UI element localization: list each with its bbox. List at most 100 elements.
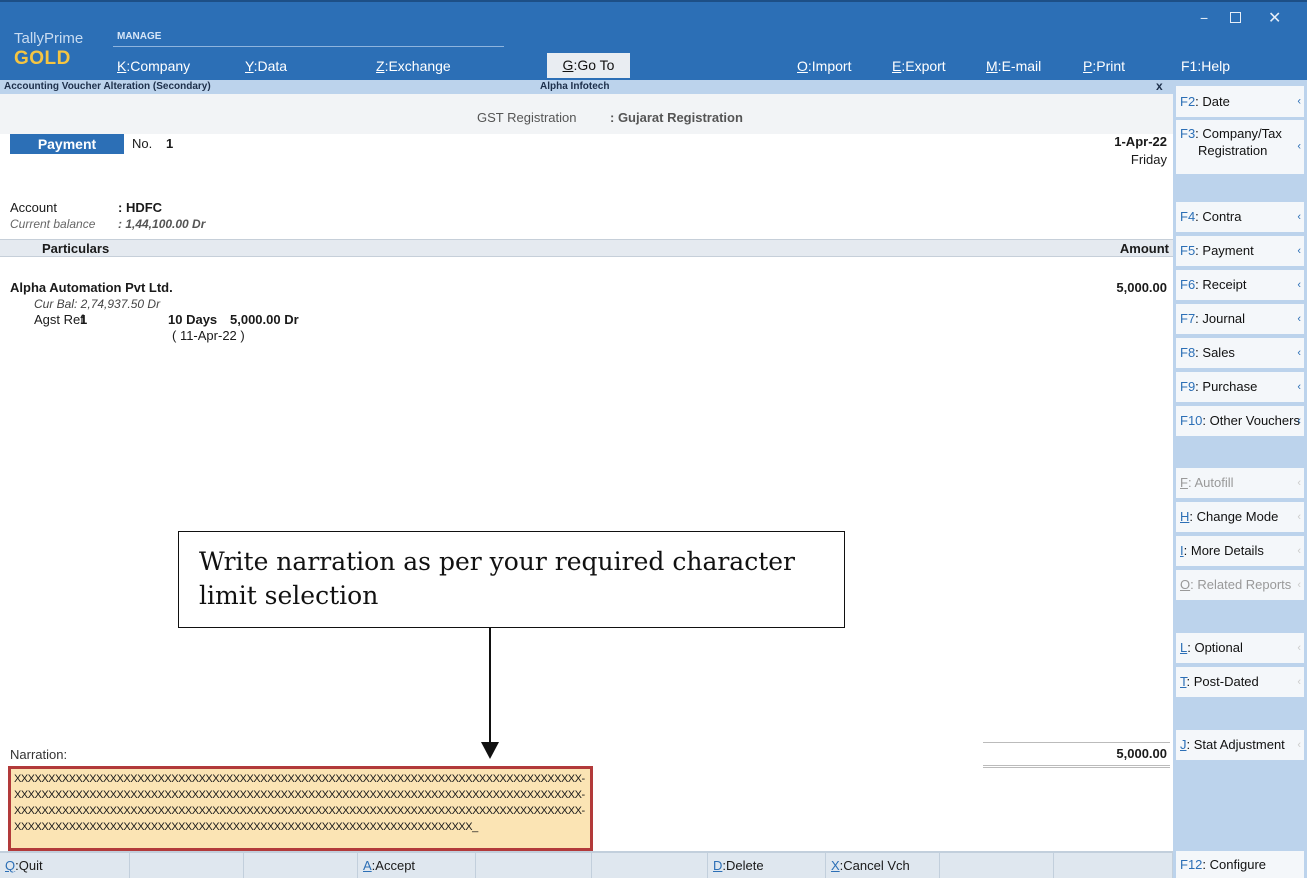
voucher-type: Payment — [10, 134, 124, 154]
chevron-left-icon: ‹ — [1297, 477, 1301, 489]
menu-exchange[interactable]: Z:Exchange — [376, 58, 451, 74]
narration-line: XXXXXXXXXXXXXXXXXXXXXXXXXXXXXXXXXXXXXXXX… — [14, 805, 585, 817]
top-header: TallyPrime GOLD MANAGE K:Company Y:Data … — [0, 0, 1307, 80]
chevron-left-icon: ‹ — [1297, 545, 1301, 557]
delete-button[interactable]: D:Delete — [708, 853, 826, 878]
bill-credit-days[interactable]: 10 Days — [168, 312, 217, 327]
voucher-date[interactable]: 1-Apr-22 — [1114, 134, 1167, 149]
voucher-area: GST Registration : Gujarat Registration … — [0, 94, 1173, 851]
bottom-empty-slot — [476, 853, 592, 878]
menu-data[interactable]: Y:Data — [245, 58, 287, 74]
bottom-empty-slot — [130, 853, 244, 878]
menu-email[interactable]: M:E-mail — [986, 58, 1041, 74]
cancel-voucher-button[interactable]: X:Cancel Vch — [826, 853, 940, 878]
bottom-empty-slot — [1054, 853, 1173, 878]
ledger-amount[interactable]: 5,000.00 — [1116, 280, 1167, 295]
screen-title-bar: Accounting Voucher Alteration (Secondary… — [0, 79, 1173, 94]
chevron-left-icon: ‹ — [1297, 642, 1301, 654]
ledger-current-balance: Cur Bal: 2,74,937.50 Dr — [34, 297, 161, 311]
autofill-button[interactable]: F: Autofill ‹ — [1176, 468, 1304, 498]
journal-button[interactable]: F7: Journal ‹ — [1176, 304, 1304, 334]
sales-button[interactable]: F8: Sales ‹ — [1176, 338, 1304, 368]
change-mode-button[interactable]: H: Change Mode ‹ — [1176, 502, 1304, 532]
restore-icon[interactable] — [1230, 12, 1241, 23]
chevron-left-icon: ‹ — [1297, 415, 1301, 427]
annotation-callout: Write narration as per your required cha… — [178, 531, 845, 628]
chevron-left-icon: ‹ — [1297, 279, 1301, 291]
bill-amount[interactable]: 5,000.00 Dr — [230, 312, 299, 327]
product-edition: GOLD — [14, 48, 71, 69]
chevron-left-icon: ‹ — [1297, 95, 1301, 107]
menu-print[interactable]: P:Print — [1083, 58, 1125, 74]
menu-help[interactable]: F1:Help — [1181, 58, 1230, 74]
account-label: Account — [10, 200, 57, 215]
receipt-button[interactable]: F6: Receipt ‹ — [1176, 270, 1304, 300]
narration-line: XXXXXXXXXXXXXXXXXXXXXXXXXXXXXXXXXXXXXXXX… — [14, 773, 585, 785]
voucher-number[interactable]: 1 — [166, 136, 173, 151]
particulars-column-header: Particulars — [42, 241, 110, 256]
chevron-left-icon: ‹ — [1297, 347, 1301, 359]
product-name: TallyPrime — [14, 30, 84, 47]
quit-button[interactable]: Q:Quit — [0, 853, 130, 878]
date-button[interactable]: F2: Date ‹ — [1176, 86, 1304, 117]
chevron-left-icon: ‹ — [1297, 381, 1301, 393]
narration-line: XXXXXXXXXXXXXXXXXXXXXXXXXXXXXXXXXXXXXXXX… — [14, 821, 478, 833]
menu-export[interactable]: E:Export — [892, 58, 946, 74]
menu-import[interactable]: O:Import — [797, 58, 851, 74]
menu-company[interactable]: K:Company — [117, 58, 190, 74]
annotation-arrow-icon — [481, 628, 499, 759]
chevron-left-icon: ‹ — [1297, 211, 1301, 223]
annotation-text: Write narration as per your required cha… — [199, 547, 796, 610]
voucher-total: 5,000.00 — [1116, 746, 1167, 761]
chevron-left-icon: ‹ — [1297, 676, 1301, 688]
manage-divider — [113, 46, 504, 47]
current-balance-value: : 1,44,100.00 Dr — [118, 217, 206, 231]
bottom-empty-slot — [940, 853, 1054, 878]
optional-button[interactable]: L: Optional ‹ — [1176, 633, 1304, 663]
manage-label: MANAGE — [117, 31, 162, 42]
right-button-panel: F2: Date ‹ F3: Company/Tax Registration ‹ F… — [1173, 80, 1307, 878]
bill-ref-type[interactable]: Agst Ref — [34, 312, 84, 327]
total-divider — [983, 742, 1170, 743]
related-reports-button[interactable]: O: Related Reports ‹ — [1176, 570, 1304, 600]
close-screen-icon[interactable]: x — [1156, 79, 1163, 93]
total-double-underline — [983, 765, 1170, 768]
stat-adjustment-button[interactable]: J: Stat Adjustment ‹ — [1176, 730, 1304, 760]
narration-line: XXXXXXXXXXXXXXXXXXXXXXXXXXXXXXXXXXXXXXXX… — [14, 789, 585, 801]
bill-due-date: ( 11-Apr-22 ) — [172, 328, 245, 343]
bottom-empty-slot — [592, 853, 708, 878]
chevron-left-icon: ‹ — [1297, 245, 1301, 257]
particulars-header: Particulars Amount — [0, 239, 1173, 257]
company-name: Alpha Infotech — [540, 81, 610, 92]
other-vouchers-button[interactable]: F10: Other Vouchers ‹ — [1176, 406, 1304, 436]
configure-button[interactable]: F12: Configure — [1176, 851, 1304, 878]
close-icon[interactable]: ✕ — [1268, 8, 1281, 28]
goto-button[interactable]: G:Go To — [547, 53, 630, 78]
chevron-left-icon: ‹ — [1297, 140, 1301, 153]
screen-title: Accounting Voucher Alteration (Secondary… — [4, 81, 211, 92]
account-field[interactable]: : HDFC — [118, 200, 162, 215]
ledger-name[interactable]: Alpha Automation Pvt Ltd. — [10, 280, 173, 295]
narration-label: Narration: — [10, 747, 68, 762]
purchase-button[interactable]: F9: Purchase ‹ — [1176, 372, 1304, 402]
chevron-left-icon: ‹ — [1297, 511, 1301, 523]
more-details-button[interactable]: I: More Details ‹ — [1176, 536, 1304, 566]
company-tax-registration-button[interactable]: F3: Company/Tax Registration ‹ — [1176, 120, 1304, 174]
current-balance-label: Current balance — [10, 217, 96, 231]
chevron-left-icon: ‹ — [1297, 739, 1301, 751]
payment-button[interactable]: F5: Payment ‹ — [1176, 236, 1304, 266]
contra-button[interactable]: F4: Contra ‹ — [1176, 202, 1304, 232]
post-dated-button[interactable]: T: Post-Dated ‹ — [1176, 667, 1304, 697]
narration-field[interactable]: XXXXXXXXXXXXXXXXXXXXXXXXXXXXXXXXXXXXXXXX… — [8, 766, 593, 851]
chevron-left-icon: ‹ — [1297, 579, 1301, 591]
gst-value[interactable]: : Gujarat Registration — [610, 110, 743, 125]
gst-registration-row: GST Registration : Gujarat Registration — [0, 94, 1173, 134]
amount-column-header: Amount — [1119, 241, 1169, 256]
chevron-left-icon: ‹ — [1297, 313, 1301, 325]
bottom-empty-slot — [244, 853, 358, 878]
voucher-number-label: No. — [132, 136, 153, 151]
minimize-icon[interactable]: − — [1200, 10, 1208, 26]
bill-ref-number[interactable]: 1 — [80, 312, 87, 327]
accept-button[interactable]: A:Accept — [358, 853, 476, 878]
gst-label: GST Registration — [477, 110, 577, 125]
